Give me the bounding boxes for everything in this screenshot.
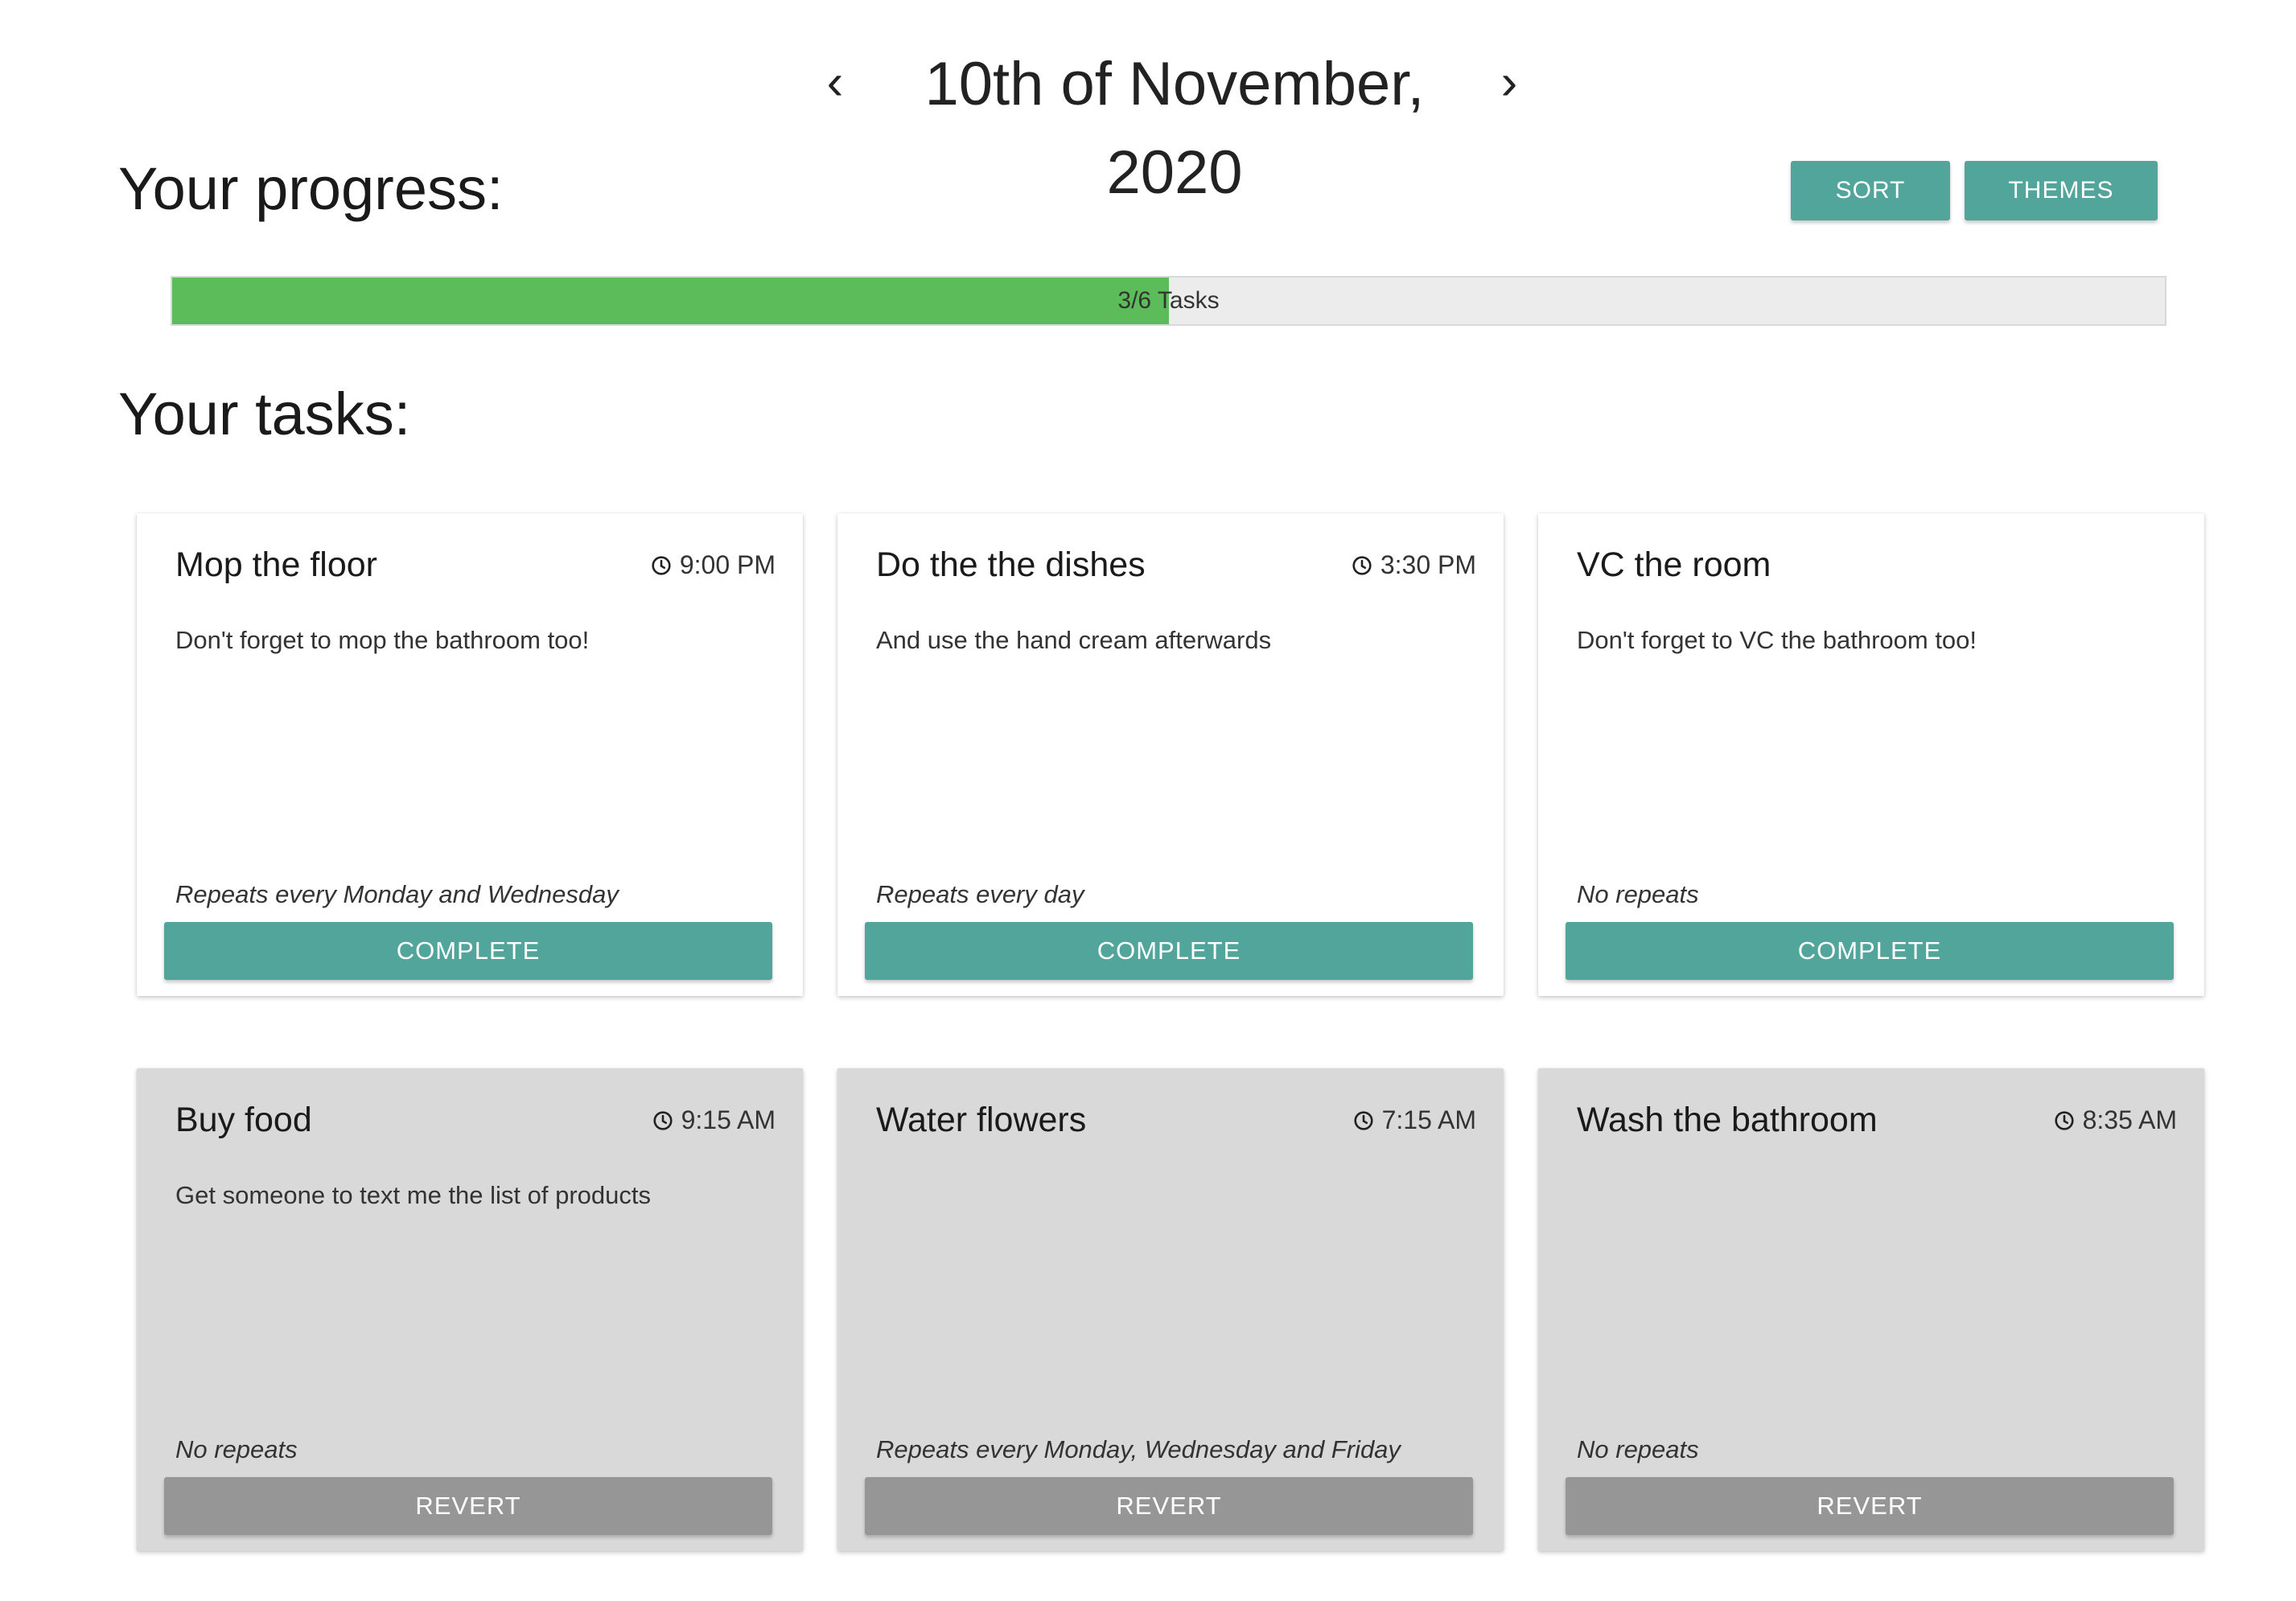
task-title: Buy food <box>175 1101 312 1139</box>
clock-icon <box>1354 1110 1373 1130</box>
task-title: Do the the dishes <box>876 545 1146 584</box>
task-repeat: No repeats <box>1577 880 1699 908</box>
date-navigator: ‹ 10th of November, 2020 › <box>0 40 2296 207</box>
task-time-text: 3:30 PM <box>1380 550 1476 579</box>
task-time-text: 9:00 PM <box>679 550 776 579</box>
clock-icon <box>2055 1110 2074 1130</box>
tasks-heading: Your tasks: <box>118 381 411 447</box>
task-card: Do the the dishes 3:30 PM And use the ha… <box>837 513 1504 996</box>
progress-heading: Your progress: <box>118 155 504 222</box>
task-title: Wash the bathroom <box>1577 1101 1878 1139</box>
task-card: VC the room Don't forget to VC the bathr… <box>1538 513 2204 996</box>
task-repeat: Repeats every Monday and Wednesday <box>175 880 619 908</box>
revert-button[interactable]: REVERT <box>1566 1477 2174 1535</box>
revert-button[interactable]: REVERT <box>164 1477 772 1535</box>
complete-button[interactable]: COMPLETE <box>164 922 772 980</box>
task-card: Mop the floor 9:00 PM Don't forget to mo… <box>137 513 803 996</box>
task-time-text: 9:15 AM <box>681 1105 776 1134</box>
clock-icon <box>653 1110 673 1130</box>
task-description: Get someone to text me the list of produ… <box>175 1181 652 1209</box>
clock-icon <box>652 555 671 575</box>
task-description: Don't forget to mop the bathroom too! <box>175 626 590 654</box>
task-time-text: 7:15 AM <box>1381 1105 1476 1134</box>
task-repeat: No repeats <box>175 1435 298 1463</box>
next-day-chevron-icon[interactable]: › <box>1485 40 1533 129</box>
progress-bar: 3/6 Tasks <box>171 276 2166 326</box>
current-date: 10th of November, 2020 <box>924 50 1425 207</box>
revert-button[interactable]: REVERT <box>865 1477 1473 1535</box>
task-title: Water flowers <box>876 1101 1087 1139</box>
task-repeat: No repeats <box>1577 1435 1699 1463</box>
task-card-completed: Wash the bathroom 8:35 AM No repeats REV… <box>1538 1068 2204 1551</box>
complete-button[interactable]: COMPLETE <box>865 922 1473 980</box>
task-time: 8:35 AM <box>2054 1105 2177 1135</box>
task-card-completed: Buy food 9:15 AM Get someone to text me … <box>137 1068 803 1551</box>
task-time: 3:30 PM <box>1352 550 1476 580</box>
task-time: 9:00 PM <box>651 550 776 580</box>
task-planner-page: ‹ 10th of November, 2020 › Your progress… <box>0 0 2296 1601</box>
task-card-completed: Water flowers 7:15 AM Repeats every Mond… <box>837 1068 1504 1551</box>
clock-icon <box>1352 555 1372 575</box>
task-title: Mop the floor <box>175 545 377 584</box>
prev-day-chevron-icon[interactable]: ‹ <box>811 40 859 129</box>
task-repeat: Repeats every day <box>876 880 1084 908</box>
task-description: And use the hand cream afterwards <box>876 626 1272 654</box>
task-time-text: 8:35 AM <box>2082 1105 2177 1134</box>
task-repeat: Repeats every Monday, Wednesday and Frid… <box>876 1435 1401 1463</box>
sort-button[interactable]: SORT <box>1791 161 1950 220</box>
task-title: VC the room <box>1577 545 1771 584</box>
task-description: Don't forget to VC the bathroom too! <box>1577 626 1977 654</box>
themes-button[interactable]: THEMES <box>1965 161 2158 220</box>
task-time: 9:15 AM <box>652 1105 776 1135</box>
complete-button[interactable]: COMPLETE <box>1566 922 2174 980</box>
progress-label: 3/6 Tasks <box>1117 287 1220 314</box>
task-time: 7:15 AM <box>1353 1105 1476 1135</box>
